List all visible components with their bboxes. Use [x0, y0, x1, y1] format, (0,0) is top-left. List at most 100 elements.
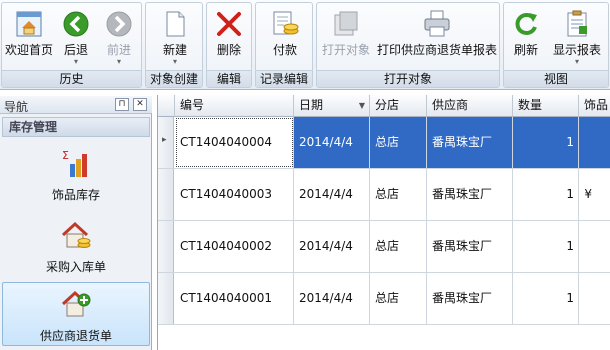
cell-quantity[interactable]: 1 [513, 221, 579, 272]
row-indicator[interactable] [158, 273, 174, 324]
column-header-supplier[interactable]: 供应商 [427, 95, 513, 117]
nav-header: 导航 ⊓ ✕ [0, 96, 152, 114]
cell-date[interactable]: 2014/4/4 [294, 273, 370, 324]
delete-x-icon [217, 12, 241, 36]
bar-chart-icon: Σ [62, 149, 87, 177]
cell-quantity[interactable]: 1 [513, 169, 579, 220]
group-caption-history: 历史 [2, 70, 141, 87]
row-indicator[interactable]: ▸ [158, 117, 174, 168]
cell-branch[interactable]: 总店 [370, 169, 427, 220]
pay-button-label: 付款 [272, 43, 297, 57]
group-caption-edit: 编辑 [207, 70, 251, 87]
new-document-icon [166, 11, 185, 37]
cell-quantity[interactable]: 1 [513, 273, 579, 324]
cell-branch[interactable]: 总店 [370, 273, 427, 324]
ribbon-group-record-edit: 付款 记录编辑 [255, 2, 313, 88]
delete-button-label: 删除 [216, 43, 241, 57]
cell-date[interactable]: 2014/4/4 [294, 169, 370, 220]
refresh-button-label: 刷新 [513, 43, 538, 57]
report-clipboard-icon [567, 10, 587, 37]
column-header-id[interactable]: 编号 [175, 95, 294, 117]
data-grid: 编号 日期 ▼ 分店 供应商 数量 饰品 ▸ CT1404040004 2014… [157, 95, 610, 350]
svg-text:Σ: Σ [62, 149, 69, 162]
current-row-arrow-icon: ▸ [162, 135, 167, 145]
nav-item-label: 采购入库单 [45, 260, 106, 274]
new-dropdown-icon[interactable]: ▾ [150, 57, 200, 67]
cell-supplier[interactable]: 番禺珠宝厂 [427, 273, 513, 324]
print-report-button[interactable]: 打印供应商退货单报表 [375, 5, 499, 71]
cell-date[interactable]: 2014/4/4 [294, 117, 370, 168]
ribbon-toolbar: 欢迎首页 后退 ▾ 前进 ▾ 历史 新建 ▾ 对象创建 删除 编辑 付款 记录编… [0, 0, 610, 90]
column-header-jewelry[interactable]: 饰品 [579, 95, 610, 117]
home-button[interactable]: 欢迎首页 [4, 5, 54, 71]
close-icon[interactable]: ✕ [133, 98, 147, 111]
ribbon-group-object-create: 新建 ▾ 对象创建 [145, 2, 203, 88]
table-row[interactable]: ▸ CT1404040004 2014/4/4 总店 番禺珠宝厂 1 [158, 117, 610, 169]
ribbon-group-history: 欢迎首页 后退 ▾ 前进 ▾ 历史 [1, 2, 142, 88]
open-object-button[interactable]: 打开对象 [319, 5, 373, 71]
row-indicator[interactable] [158, 221, 174, 272]
table-row[interactable]: CT1404040003 2014/4/4 总店 番禺珠宝厂 1 ¥ [158, 169, 610, 221]
show-report-button[interactable]: 显示报表 ▾ [548, 5, 606, 71]
cell-quantity[interactable]: 1 [513, 117, 579, 168]
table-row[interactable]: CT1404040001 2014/4/4 总店 番禺珠宝厂 1 [158, 273, 610, 325]
nav-item-supplier-return[interactable]: 供应商退货单 [2, 282, 150, 346]
ribbon-group-open-object: 打开对象 打印供应商退货单报表 打开对象 [316, 2, 500, 88]
group-caption-record-edit: 记录编辑 [256, 70, 312, 87]
cell-id[interactable]: CT1404040001 [175, 273, 294, 324]
column-header-quantity[interactable]: 数量 [513, 95, 579, 117]
refresh-button[interactable]: 刷新 [506, 5, 546, 71]
house-coins-icon [61, 221, 91, 248]
table-row[interactable]: CT1404040002 2014/4/4 总店 番禺珠宝厂 1 [158, 221, 610, 273]
pay-button[interactable]: 付款 [260, 5, 310, 71]
cell-id[interactable]: CT1404040004 [175, 117, 294, 168]
group-caption-view: 视图 [504, 70, 608, 87]
cell-id[interactable]: CT1404040002 [175, 221, 294, 272]
forward-dropdown-icon[interactable]: ▾ [98, 57, 140, 67]
row-indicator-header [158, 95, 175, 117]
forward-button-label: 前进 [106, 43, 131, 57]
delete-button[interactable]: 删除 [209, 5, 249, 71]
column-header-branch[interactable]: 分店 [370, 95, 427, 117]
nav-title: 导航 [4, 100, 29, 114]
cell-jewelry[interactable]: ¥ [579, 169, 610, 220]
nav-group-inventory[interactable]: 库存管理 [2, 117, 150, 137]
forward-button[interactable]: 前进 ▾ [98, 5, 140, 71]
row-indicator[interactable] [158, 169, 174, 220]
cell-branch[interactable]: 总店 [370, 221, 427, 272]
ribbon-group-view: 刷新 显示报表 ▾ 视图 [503, 2, 609, 88]
nav-item-jewelry-stock[interactable]: Σ 饰品库存 [2, 142, 150, 206]
nav-item-purchase-receipt[interactable]: 采购入库单 [2, 214, 150, 278]
cell-supplier[interactable]: 番禺珠宝厂 [427, 117, 513, 168]
home-button-label: 欢迎首页 [4, 43, 53, 57]
cell-jewelry[interactable] [579, 273, 610, 324]
column-header-date[interactable]: 日期 ▼ [294, 95, 370, 117]
print-report-button-label: 打印供应商退货单报表 [376, 43, 497, 57]
cell-supplier[interactable]: 番禺珠宝厂 [427, 169, 513, 220]
show-report-dropdown-icon[interactable]: ▾ [548, 57, 606, 67]
arrow-right-icon [106, 11, 132, 37]
show-report-button-label: 显示报表 [552, 43, 601, 57]
group-caption-object-create: 对象创建 [146, 70, 202, 87]
column-header-date-label: 日期 [299, 98, 324, 112]
ribbon-group-edit: 删除 编辑 [206, 2, 252, 88]
payment-document-coins-icon [273, 11, 299, 35]
back-button[interactable]: 后退 ▾ [56, 5, 96, 71]
cell-jewelry[interactable] [579, 117, 610, 168]
cell-id[interactable]: CT1404040003 [175, 169, 294, 220]
open-object-button-label: 打开对象 [321, 43, 370, 57]
house-add-icon [61, 290, 91, 317]
home-page-icon [16, 11, 42, 37]
nav-item-label: 饰品库存 [51, 188, 100, 202]
cell-branch[interactable]: 总店 [370, 117, 427, 168]
cell-date[interactable]: 2014/4/4 [294, 221, 370, 272]
cell-jewelry[interactable] [579, 221, 610, 272]
group-caption-open-object: 打开对象 [317, 70, 499, 87]
open-object-icon [334, 11, 358, 36]
new-button[interactable]: 新建 ▾ [150, 5, 200, 71]
pin-icon[interactable]: ⊓ [115, 98, 129, 111]
refresh-icon [515, 13, 537, 35]
back-dropdown-icon[interactable]: ▾ [56, 57, 96, 67]
nav-item-label: 供应商退货单 [39, 329, 112, 343]
cell-supplier[interactable]: 番禺珠宝厂 [427, 221, 513, 272]
